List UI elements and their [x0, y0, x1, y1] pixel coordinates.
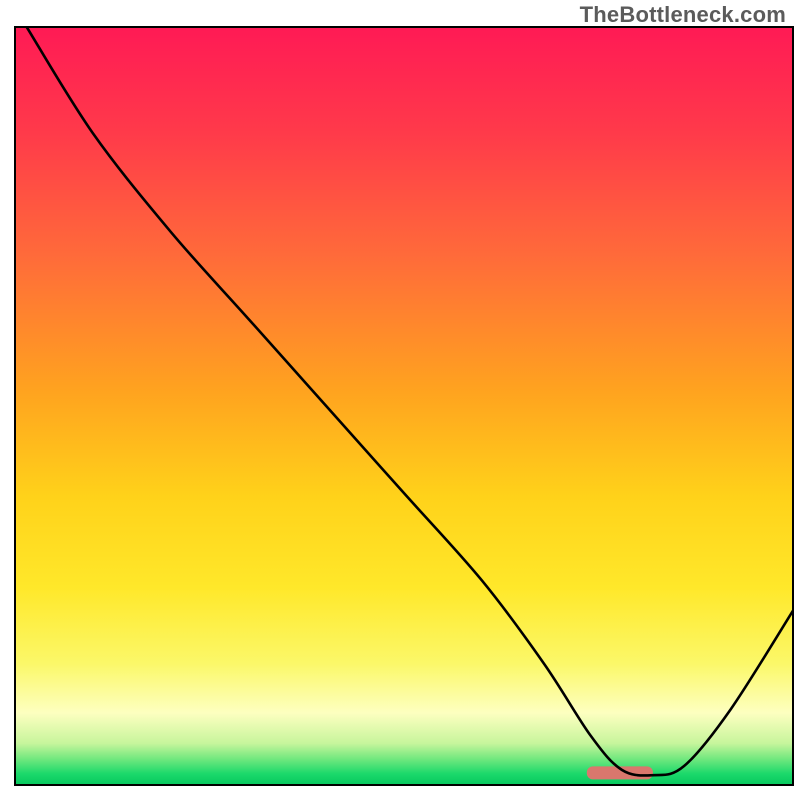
- bottleneck-chart: [0, 0, 800, 800]
- plot-background: [15, 27, 793, 785]
- watermark-text: TheBottleneck.com: [580, 2, 786, 28]
- chart-page: TheBottleneck.com: [0, 0, 800, 800]
